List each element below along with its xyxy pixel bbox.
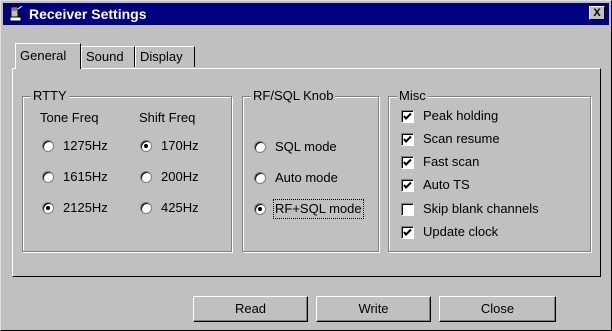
radio-label: 425Hz (161, 200, 199, 215)
tab-general-label: General (20, 48, 67, 63)
checkbox-box (401, 202, 414, 216)
check-icon (403, 135, 412, 143)
radio-selected-dot (46, 206, 50, 210)
tone-1615-radio[interactable]: 1615Hz (42, 169, 108, 185)
tab-general[interactable]: General (15, 43, 81, 69)
auto-ts-checkbox[interactable]: Auto TS (401, 177, 470, 193)
radio-label: RF+SQL mode (273, 199, 364, 219)
radio-circle (42, 140, 54, 152)
radio-circle (254, 203, 266, 215)
update-clock-checkbox[interactable]: Update clock (401, 224, 498, 240)
tone-2125-radio[interactable]: 2125Hz (42, 200, 108, 216)
radio-circle (42, 202, 54, 214)
sql-mode-radio[interactable]: SQL mode (254, 139, 337, 155)
check-icon (403, 112, 412, 120)
radio-selected-dot (144, 144, 148, 148)
shift-freq-heading: Shift Freq (139, 110, 196, 125)
checkbox-box (401, 178, 414, 192)
rf-sql-knob-group: RF/SQL Knob SQL mode Auto mode RF+SQL mo… (242, 88, 379, 252)
peak-holding-checkbox[interactable]: Peak holding (401, 108, 498, 124)
checkbox-label: Fast scan (423, 154, 480, 169)
title-bar[interactable]: Receiver Settings X (3, 3, 609, 25)
checkbox-box (401, 225, 414, 239)
radio-circle (140, 171, 152, 183)
checkbox-box (401, 155, 414, 169)
window-title: Receiver Settings (29, 6, 147, 22)
misc-group: Misc Peak holding Scan resume Fast scan … (388, 88, 591, 252)
receiver-settings-window: Receiver Settings X General Sound Displa… (0, 0, 612, 331)
close-icon: X (593, 7, 601, 19)
radio-label: Auto mode (275, 170, 338, 185)
close-window-button[interactable]: X (589, 6, 605, 20)
rtty-legend: RTTY (31, 88, 69, 104)
tab-sound-label: Sound (86, 49, 124, 64)
tone-1275-radio[interactable]: 1275Hz (42, 138, 108, 154)
tone-freq-heading: Tone Freq (40, 110, 99, 125)
misc-legend: Misc (397, 88, 428, 104)
checkbox-label: Peak holding (423, 108, 499, 123)
checkbox-box (401, 109, 414, 123)
fast-scan-checkbox[interactable]: Fast scan (401, 154, 479, 170)
radio-label: SQL mode (275, 139, 337, 154)
checkbox-label: Update clock (423, 224, 499, 239)
tab-sound[interactable]: Sound (81, 46, 135, 67)
app-icon (9, 6, 23, 22)
general-tab-panel: RTTY Tone Freq Shift Freq 1275Hz 1615Hz … (12, 68, 601, 277)
radio-circle (254, 141, 266, 153)
rf-sql-mode-radio[interactable]: RF+SQL mode (254, 199, 364, 219)
radio-label: 170Hz (161, 138, 199, 153)
radio-label: 1615Hz (63, 169, 108, 184)
auto-mode-radio[interactable]: Auto mode (254, 170, 338, 186)
checkbox-label: Scan resume (423, 131, 500, 146)
rf-sql-knob-legend: RF/SQL Knob (251, 88, 336, 104)
check-icon (403, 181, 412, 189)
checkbox-label: Auto TS (423, 177, 470, 192)
skip-blank-channels-checkbox[interactable]: Skip blank channels (401, 201, 539, 217)
read-button[interactable]: Read (193, 296, 308, 322)
checkbox-label: Skip blank channels (423, 201, 539, 216)
tab-display[interactable]: Display (135, 46, 195, 67)
scan-resume-checkbox[interactable]: Scan resume (401, 131, 500, 147)
radio-label: 1275Hz (63, 138, 108, 153)
radio-selected-dot (258, 207, 262, 211)
radio-circle (42, 171, 54, 183)
checkbox-box (401, 132, 414, 146)
check-icon (403, 158, 412, 166)
radio-circle (140, 202, 152, 214)
tab-display-label: Display (140, 49, 183, 64)
radio-label: 2125Hz (63, 200, 108, 215)
shift-170-radio[interactable]: 170Hz (140, 138, 199, 154)
radio-label: 200Hz (161, 169, 199, 184)
radio-circle (254, 172, 266, 184)
shift-200-radio[interactable]: 200Hz (140, 169, 199, 185)
rtty-group: RTTY Tone Freq Shift Freq 1275Hz 1615Hz … (22, 88, 232, 252)
shift-425-radio[interactable]: 425Hz (140, 200, 199, 216)
check-icon (403, 228, 412, 236)
radio-circle (140, 140, 152, 152)
close-button[interactable]: Close (439, 296, 556, 322)
write-button[interactable]: Write (316, 296, 431, 322)
